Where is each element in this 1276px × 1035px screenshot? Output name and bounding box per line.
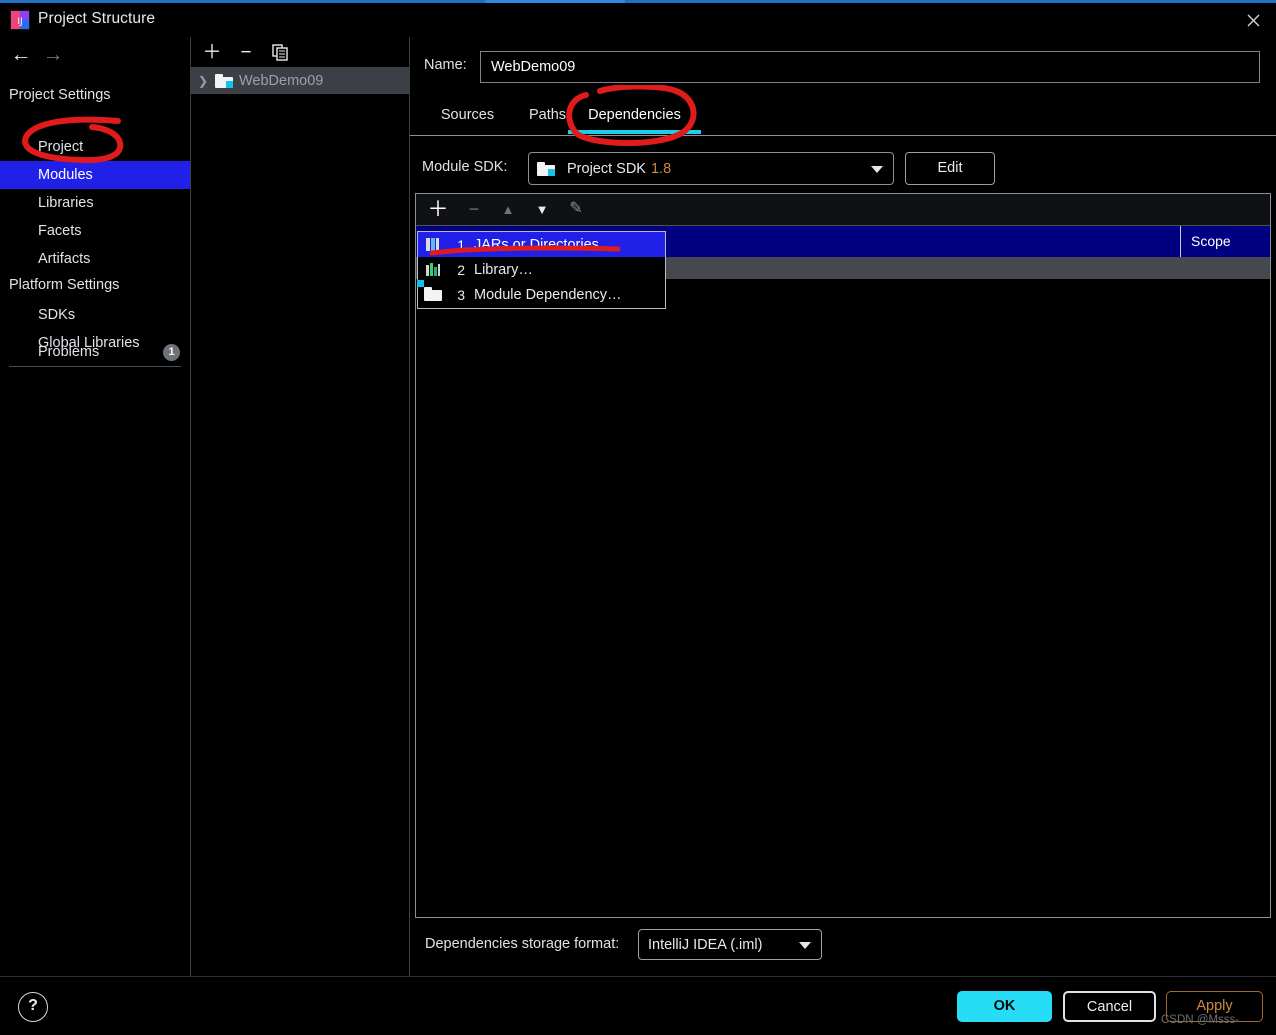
module-tabs: Sources Paths Dependencies [410, 99, 1276, 136]
menu-item-library[interactable]: 2 Library… [418, 257, 665, 282]
dependencies-storage-row: Dependencies storage format: IntelliJ ID… [410, 929, 1276, 963]
sidebar-nav-arrows: ← → [0, 37, 190, 71]
module-name-row: Name: [410, 51, 1276, 85]
chevron-right-icon[interactable]: ❯ [191, 74, 215, 88]
edit-pencil-icon[interactable]: ✎ [563, 198, 589, 220]
sidebar-item-project[interactable]: Project [0, 133, 190, 161]
sidebar-item-sdks[interactable]: SDKs [0, 301, 190, 329]
svg-text:IJ: IJ [17, 17, 22, 27]
sidebar-group-project-settings: Project Settings [9, 87, 111, 103]
library-icon [424, 262, 441, 277]
module-tree-toolbar: ＋ − [191, 37, 409, 67]
sidebar-item-label: Modules [38, 167, 93, 183]
dialog-footer: ? OK Cancel Apply [0, 976, 1276, 1035]
module-folder-icon [215, 73, 233, 88]
menu-item-module-dependency[interactable]: 3 Module Dependency… [417, 280, 665, 307]
column-header-scope[interactable]: Scope [1180, 226, 1270, 257]
dependencies-toolbar: ＋ − ▲ ▼ ✎ [416, 194, 1270, 226]
ok-button[interactable]: OK [957, 991, 1052, 1022]
tree-node-label: WebDemo09 [239, 72, 324, 89]
sidebar-divider [9, 366, 181, 367]
copy-icon[interactable] [267, 40, 293, 64]
storage-format-label: Dependencies storage format: [425, 936, 620, 952]
sidebar-item-label: Problems [38, 344, 100, 360]
settings-sidebar: ← → Project Settings Project Modules Lib… [0, 37, 191, 976]
sidebar-item-label: Project [38, 139, 84, 155]
tree-node-webdemo09[interactable]: ❯ WebDemo09 [191, 67, 409, 94]
cancel-button[interactable]: Cancel [1063, 991, 1156, 1022]
tab-sources[interactable]: Sources [425, 99, 510, 134]
sidebar-group-platform-settings: Platform Settings [9, 277, 120, 293]
module-sdk-version: 1.8 [650, 160, 672, 177]
add-dependency-popup-menu: 1 JARs or Directories… 2 Library… 3 Modu… [417, 231, 666, 309]
move-up-icon[interactable]: ▲ [495, 198, 521, 220]
plus-icon[interactable]: ＋ [199, 40, 225, 64]
tab-label: Sources [440, 107, 495, 123]
move-down-icon[interactable]: ▼ [529, 198, 555, 220]
sidebar-item-label: Libraries [38, 195, 94, 211]
tab-label: Paths [528, 107, 567, 123]
module-sdk-label: Module SDK: [422, 159, 508, 175]
problems-count-badge: 1 [163, 344, 180, 361]
remove-icon[interactable]: − [461, 198, 487, 220]
arrow-left-icon[interactable]: ← [8, 42, 34, 66]
menu-item-jars-or-directories[interactable]: 1 JARs or Directories… [418, 232, 665, 257]
edit-sdk-button[interactable]: Edit [905, 152, 995, 185]
module-sdk-row: Module SDK: Project SDK 1.8 Edit [410, 152, 1276, 186]
menu-item-label: Library… [474, 261, 533, 278]
help-question-icon[interactable]: ? [18, 992, 48, 1022]
module-sdk-select[interactable]: Project SDK 1.8 [528, 152, 894, 185]
module-dependency-icon [417, 280, 442, 302]
sidebar-item-facets[interactable]: Facets [0, 217, 190, 245]
menu-item-number: 2 [457, 261, 465, 278]
sidebar-item-problems[interactable]: Problems 1 [0, 338, 190, 366]
module-tree-panel: ＋ − ❯ WebDemo09 [191, 37, 410, 976]
sidebar-item-modules[interactable]: Modules [0, 161, 190, 189]
sdk-folder-icon [537, 161, 555, 176]
sidebar-item-label: Facets [38, 223, 82, 239]
menu-item-number: 3 [457, 286, 465, 303]
storage-format-select[interactable]: IntelliJ IDEA (.iml) [638, 929, 822, 960]
jars-icon [424, 237, 441, 252]
menu-item-label: JARs or Directories… [474, 236, 614, 253]
close-icon[interactable] [1230, 3, 1276, 37]
minus-icon[interactable]: − [233, 40, 259, 64]
intellij-idea-icon: IJ [10, 10, 30, 30]
sidebar-item-label: SDKs [38, 307, 76, 323]
menu-item-number: 1 [457, 236, 465, 253]
module-name-label: Name: [424, 57, 467, 73]
window-title: Project Structure [38, 10, 156, 27]
menu-item-label: Module Dependency… [474, 286, 622, 303]
sidebar-item-libraries[interactable]: Libraries [0, 189, 190, 217]
add-icon[interactable]: ＋ [425, 198, 451, 220]
sidebar-item-artifacts[interactable]: Artifacts [0, 245, 190, 273]
tab-dependencies[interactable]: Dependencies [568, 99, 701, 134]
chevron-down-icon [871, 165, 883, 173]
watermark: CSDN @Msss- [1161, 1014, 1240, 1026]
arrow-right-icon[interactable]: → [40, 42, 66, 66]
title-bar: IJ Project Structure [0, 3, 1276, 37]
project-structure-window: IJ Project Structure ← → Project Setting… [0, 0, 1276, 1035]
sidebar-item-label: Artifacts [38, 251, 91, 267]
module-sdk-value: Project SDK [567, 160, 646, 177]
tab-label: Dependencies [588, 107, 681, 123]
chevron-down-icon [799, 941, 811, 949]
module-name-input[interactable] [480, 51, 1260, 83]
storage-format-value: IntelliJ IDEA (.iml) [648, 936, 763, 953]
module-editor-content: Name: Sources Paths Dependencies Module … [410, 37, 1276, 976]
